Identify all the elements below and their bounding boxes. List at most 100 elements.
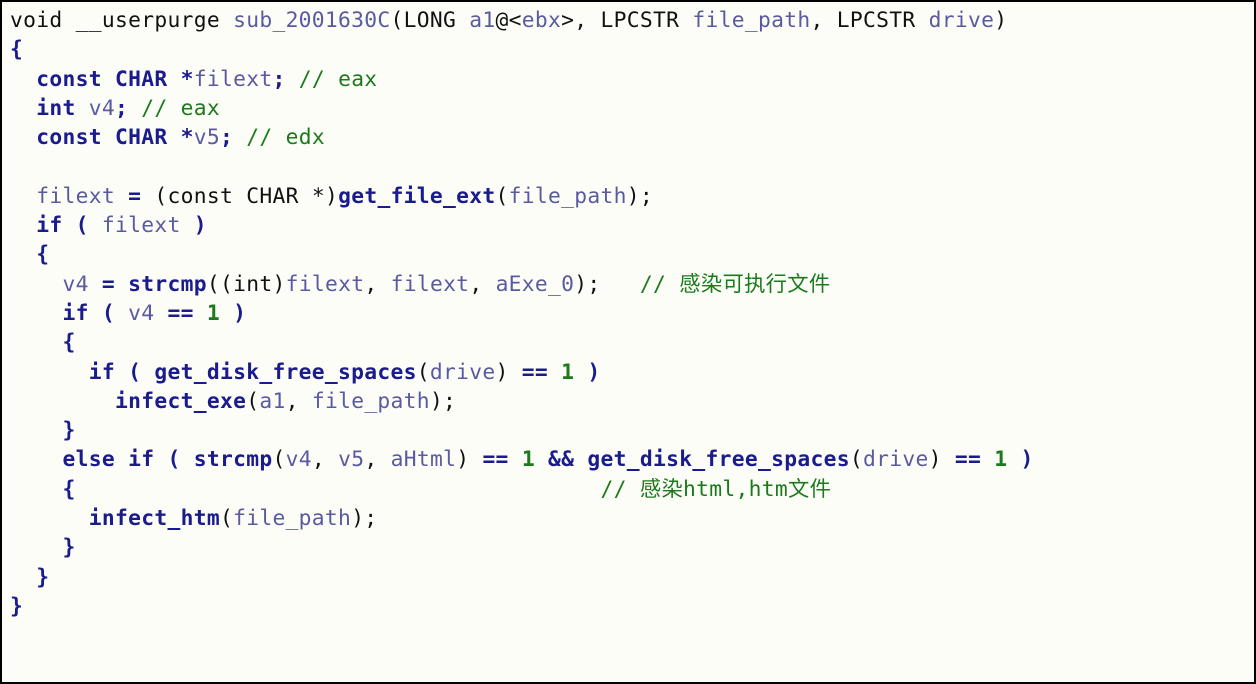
code-token: if ( [63,301,129,326]
code-token: { [36,242,49,267]
code-token: , [312,447,338,472]
code-token: // 感染可执行文件 [640,272,831,297]
code-token: void __userpurge [10,8,233,33]
code-token: sub_2001630C [233,8,390,33]
code-line[interactable]: if ( get_disk_free_spaces(drive) == 1 ) [10,360,601,385]
code-token: infect_exe [115,389,246,414]
code-token: { [63,477,76,502]
code-token: file_path [312,389,430,414]
code-token: filext [286,272,365,297]
code-token: file_path [509,184,627,209]
code-token: ( [850,447,863,472]
code-token: ) [1007,447,1033,472]
code-token: ); [351,506,377,531]
code-token: (const CHAR *) [154,184,338,209]
code-token: v4 [128,301,154,326]
code-token: v5 [338,447,364,472]
code-token: == [482,447,521,472]
code-token [76,477,601,502]
code-token: if ( [36,213,102,238]
code-line[interactable]: infect_htm(file_path); [10,506,377,531]
code-line[interactable]: } [10,418,76,443]
code-token: if ( get_disk_free_spaces [89,360,417,385]
code-token: , [364,272,390,297]
code-token: ( [417,360,430,385]
code-line[interactable]: } [10,565,49,590]
code-token: } [63,418,76,443]
code-token: @< [496,8,522,33]
code-token: 1 [207,301,220,326]
code-line[interactable]: } [10,594,23,619]
code-token: v4 [89,96,115,121]
code-token: v4 [286,447,312,472]
code-token: ebx [522,8,561,33]
code-token: ( [272,447,285,472]
code-token: file_path [692,8,810,33]
code-token: const CHAR * [36,67,193,92]
code-token: v5 [194,125,220,150]
code-token: aHtml [391,447,457,472]
code-line[interactable]: { [10,37,23,62]
code-token: ( [496,184,509,209]
code-token: ) [929,447,955,472]
code-token: // eax [299,67,378,92]
code-line[interactable]: int v4; // eax [10,96,220,121]
code-token: // eax [141,96,220,121]
code-line[interactable]: { // 感染html,htm文件 [10,477,831,502]
code-token: 1 [561,360,574,385]
code-token: 1 [522,447,535,472]
code-token: aExe_0 [496,272,575,297]
code-line[interactable]: else if ( strcmp(v4, v5, aHtml) == 1 && … [10,447,1034,472]
code-token: v4 [63,272,89,297]
code-token: drive [863,447,929,472]
code-line[interactable]: if ( v4 == 1 ) [10,301,246,326]
code-token: file_path [233,506,351,531]
code-token: ) [181,213,207,238]
code-token: , [286,389,312,414]
code-token: filext [194,67,273,92]
code-token: ; [220,125,246,150]
code-token: infect_htm [89,506,220,531]
code-token: drive [430,360,496,385]
code-token: ) [496,360,522,385]
code-token: ); [430,389,456,414]
code-line[interactable]: void __userpurge sub_2001630C(LONG a1@<e… [10,8,1007,33]
code-line[interactable]: { [10,242,49,267]
code-line[interactable]: filext = (const CHAR *)get_file_ext(file… [10,184,653,209]
code-line[interactable]: const CHAR *v5; // edx [10,125,325,150]
code-token: ) [456,447,482,472]
code-token: a1 [469,8,495,33]
code-token: int [36,96,89,121]
code-line[interactable]: } [10,535,76,560]
code-token: } [36,565,49,590]
code-token: ((int) [207,272,286,297]
code-token: filext [36,184,115,209]
code-token: } [63,535,76,560]
code-line[interactable]: if ( filext ) [10,213,207,238]
code-token: == [154,301,207,326]
code-token: ( [220,506,233,531]
code-token: (LONG [391,8,470,33]
code-token: const CHAR * [36,125,193,150]
code-token: == [522,360,561,385]
code-line[interactable]: const CHAR *filext; // eax [10,67,377,92]
code-line[interactable]: { [10,330,76,355]
code-line[interactable]: infect_exe(a1, file_path); [10,389,456,414]
code-token: 1 [994,447,1007,472]
decompiled-code[interactable]: void __userpurge sub_2001630C(LONG a1@<e… [10,6,1246,621]
code-token: ) [994,8,1007,33]
code-token: , LPCSTR [810,8,928,33]
code-token: // edx [246,125,325,150]
code-token: a1 [259,389,285,414]
code-token: // 感染html,htm文件 [601,477,832,502]
code-token: ); [574,272,640,297]
code-token: , [469,272,495,297]
code-line[interactable]: v4 = strcmp((int)filext, filext, aExe_0)… [10,272,830,297]
decompiler-view[interactable]: void __userpurge sub_2001630C(LONG a1@<e… [0,0,1256,684]
code-token: , [364,447,390,472]
code-token: ); [627,184,653,209]
code-token: == [955,447,994,472]
code-token: ; [115,96,141,121]
code-token: get_file_ext [338,184,495,209]
code-token: filext [391,272,470,297]
